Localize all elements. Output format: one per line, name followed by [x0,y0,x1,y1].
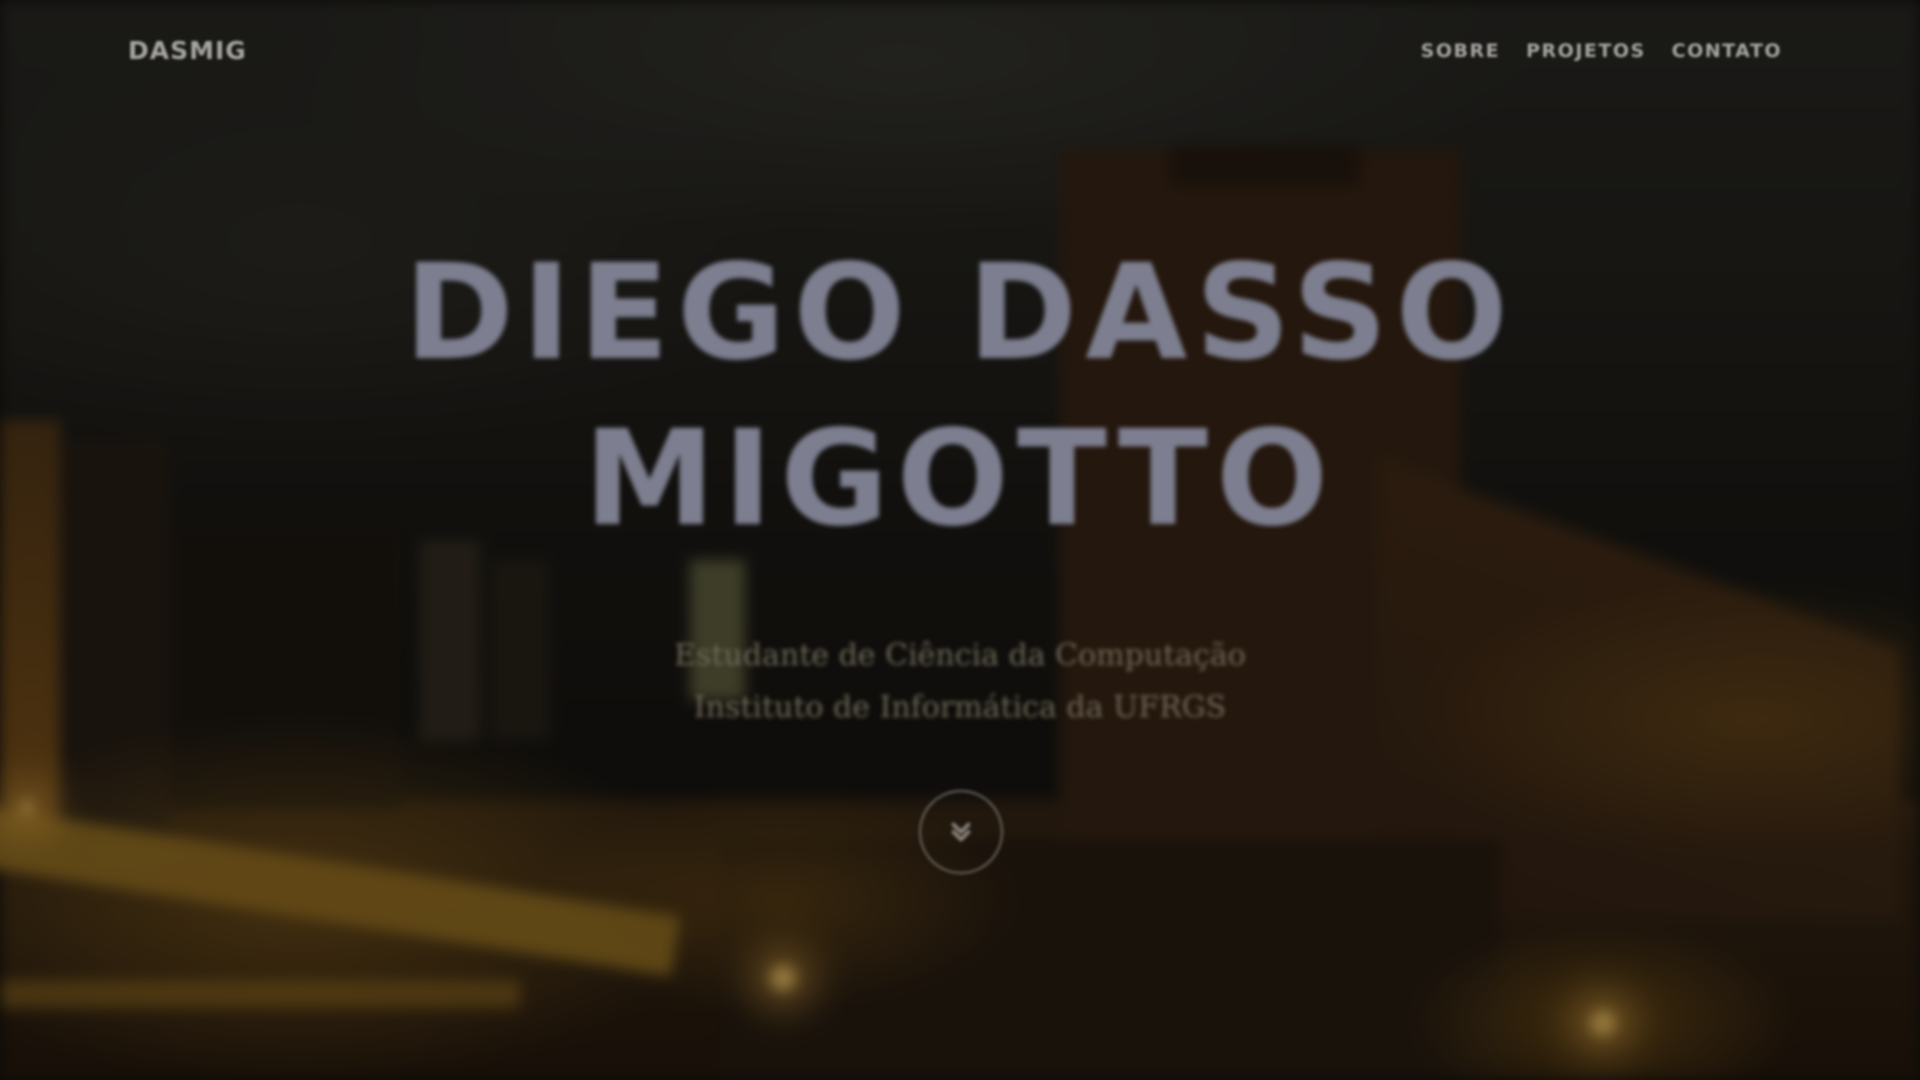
hero-title: DIEGO DASSO MIGOTTO [0,230,1920,562]
hero-subtitle: Estudante de Ciência da Computação Insti… [0,630,1920,734]
navbar: DASMIG SOBRE PROJETOS CONTATO [0,0,1920,104]
hero-content: DIEGO DASSO MIGOTTO Estudante de Ciência… [0,230,1920,734]
hero-title-line1: DIEGO DASSO [404,236,1516,390]
nav-link-contato[interactable]: CONTATO [1672,40,1782,62]
hero-title-line2: MIGOTTO [583,402,1337,556]
hero-subtitle-line1: Estudante de Ciência da Computação [674,638,1246,673]
nav-link-sobre[interactable]: SOBRE [1421,40,1500,62]
brand-logo[interactable]: DASMIG [128,36,247,65]
chevron-double-down-icon [951,822,971,842]
nav-menu: SOBRE PROJETOS CONTATO [1421,40,1782,62]
nav-link-projetos[interactable]: PROJETOS [1526,40,1646,62]
hero-section: DASMIG SOBRE PROJETOS CONTATO DIEGO DASS… [0,0,1920,1080]
hero-subtitle-line2: Instituto de Informática da UFRGS [693,690,1227,725]
scroll-down-button[interactable] [919,790,1003,874]
